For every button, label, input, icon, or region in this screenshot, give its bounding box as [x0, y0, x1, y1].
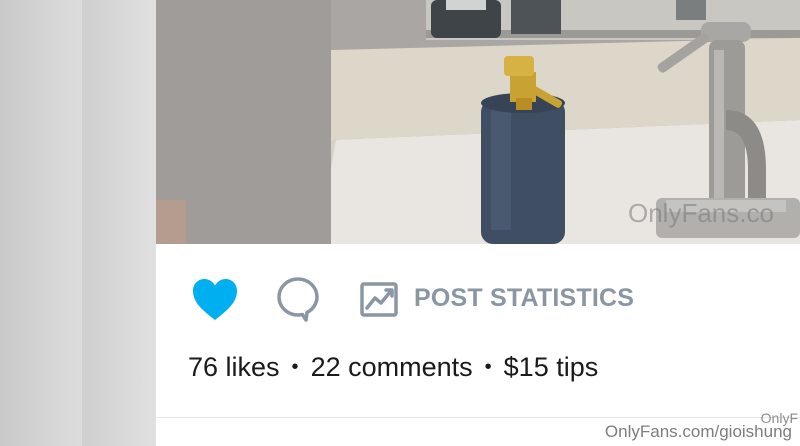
- separator-dot: •: [484, 356, 492, 378]
- separator-dot: •: [291, 356, 299, 378]
- likes-count[interactable]: 76 likes: [188, 352, 280, 383]
- watermark-bottom: OnlyFans.com/gioishung: [604, 422, 792, 441]
- post-summary: 76 likes • 22 comments • $15 tips: [188, 352, 598, 383]
- post-photo[interactable]: OnlyFans.co: [156, 0, 800, 244]
- post-statistics-label: POST STATISTICS: [414, 283, 635, 312]
- comment-button[interactable]: [276, 276, 320, 322]
- heart-icon: [193, 279, 237, 320]
- post-actions: POST STATISTICS: [156, 244, 800, 354]
- comment-bubble-icon: [277, 277, 319, 322]
- post-card: OnlyFans.co POST STATISTICS 76 likes • 2…: [156, 0, 800, 446]
- tips-amount[interactable]: $15 tips: [504, 352, 599, 383]
- post-statistics-button[interactable]: POST STATISTICS: [360, 278, 634, 318]
- chart-icon: [360, 282, 398, 317]
- comments-count[interactable]: 22 comments: [311, 352, 473, 383]
- divider: [156, 417, 800, 418]
- like-button[interactable]: [192, 278, 238, 322]
- background-strip: [82, 0, 156, 446]
- photo-watermark: OnlyFans.co: [628, 198, 774, 228]
